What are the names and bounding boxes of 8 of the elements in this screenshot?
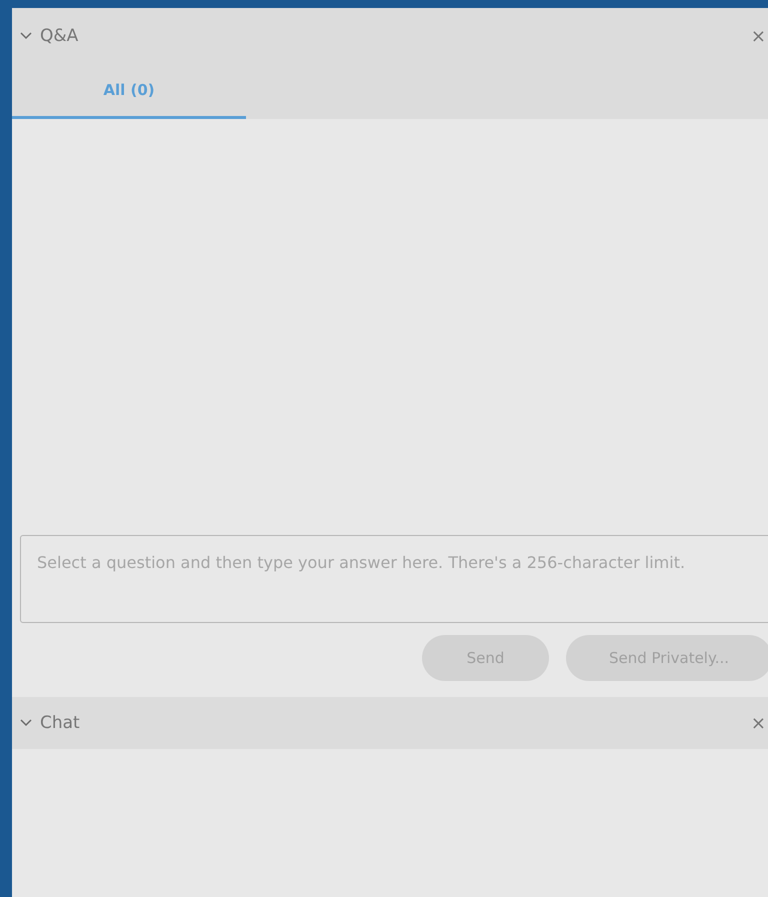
close-button[interactable]: × (748, 26, 768, 46)
answer-field[interactable]: Select a question and then type your answer here. There's a 256-character limit. (20, 535, 768, 623)
chevron-down-icon[interactable] (20, 32, 32, 40)
close-button[interactable]: × (748, 712, 768, 734)
panel-title: Chat (40, 713, 80, 733)
tab[interactable]: All (0) (12, 64, 246, 119)
panel-title: Q&A (40, 26, 78, 46)
chevron-down-icon[interactable] (20, 719, 32, 727)
